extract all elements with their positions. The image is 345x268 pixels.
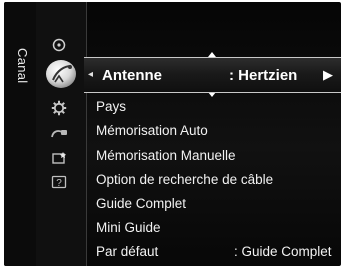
menu-item-memorisation-manuelle[interactable]: Mémorisation Manuelle bbox=[96, 148, 236, 163]
category-rail: Canal bbox=[4, 2, 37, 266]
menu-item-label: Antenne bbox=[102, 67, 162, 84]
application-icon[interactable] bbox=[48, 148, 70, 168]
menu-item-par-defaut-value: : Guide Complet bbox=[234, 244, 332, 259]
svg-text:?: ? bbox=[56, 178, 62, 189]
menu-item-value: : Hertzien bbox=[229, 67, 298, 84]
picture-icon[interactable] bbox=[48, 34, 70, 56]
menu-item-memorisation-auto[interactable]: Mémorisation Auto bbox=[96, 123, 208, 138]
category-label: Canal bbox=[15, 48, 30, 84]
menu-item-par-defaut[interactable]: Par défaut bbox=[96, 244, 158, 259]
menu-item-antenne[interactable]: ◂ Antenne : Hertzien ▶ bbox=[84, 57, 341, 93]
menu-item-mini-guide[interactable]: Mini Guide bbox=[96, 220, 161, 235]
tv-osd-menu: Canal ? ◂ Antenne: Hertzien ▶ Pays Mémo… bbox=[4, 2, 341, 266]
right-arrow-icon: ▶ bbox=[323, 67, 333, 82]
menu-icon-column: ? bbox=[36, 2, 87, 266]
menu-item-pays[interactable]: Pays bbox=[96, 99, 126, 114]
menu-panel: ◂ Antenne : Hertzien ▶ Pays Mémorisation… bbox=[84, 2, 341, 266]
menu-item-option-recherche-cable[interactable]: Option de recherche de câble bbox=[96, 172, 273, 187]
support-icon[interactable]: ? bbox=[48, 172, 70, 192]
setup-gear-icon[interactable] bbox=[48, 98, 70, 118]
antenna-icon[interactable] bbox=[38, 54, 84, 94]
left-arrow-icon: ◂ bbox=[88, 69, 94, 80]
input-icon[interactable] bbox=[48, 124, 70, 144]
menu-item-guide-complet[interactable]: Guide Complet bbox=[96, 196, 186, 211]
